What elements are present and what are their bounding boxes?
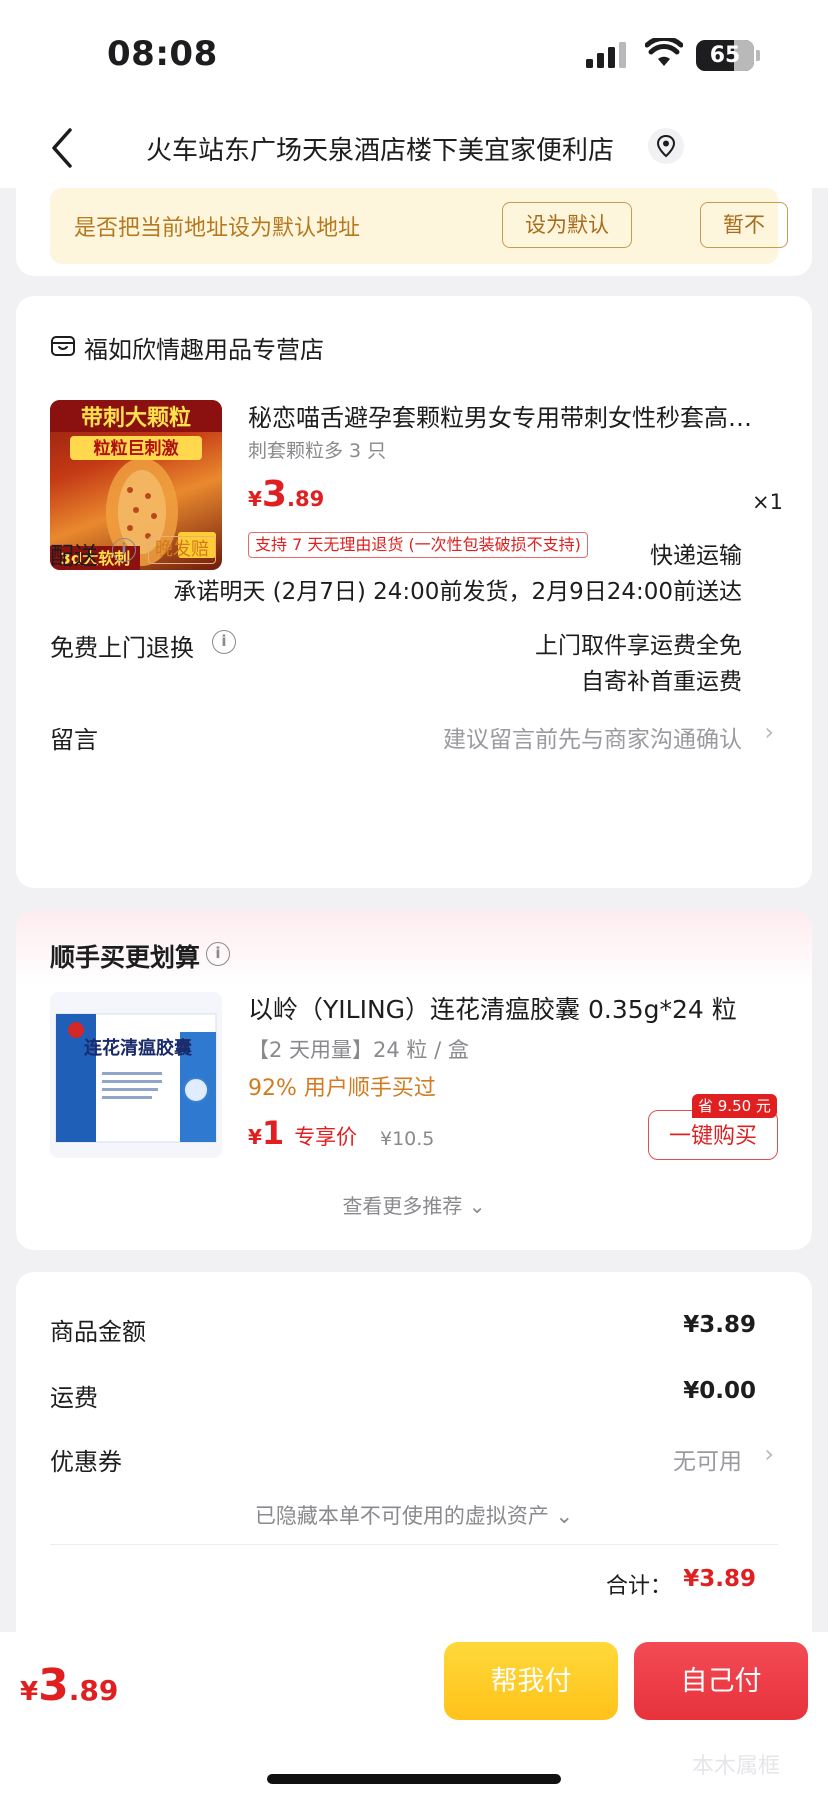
coupon-label: 优惠券 xyxy=(50,1448,122,1476)
recommend-title: 顺手买更划算 xyxy=(50,943,201,972)
return-self-ship-text: 自寄补首重运费 xyxy=(581,669,742,695)
help-me-pay-button[interactable]: 帮我付 xyxy=(444,1642,618,1720)
chevron-right-icon[interactable]: › xyxy=(764,718,774,746)
delivery-label: 配送 xyxy=(50,542,98,570)
delivery-method: 快递运输 xyxy=(650,543,742,569)
chevron-down-icon: ⌄ xyxy=(468,1194,486,1218)
hidden-assets-label: 已隐藏本单不可使用的虚拟资产 xyxy=(254,1504,549,1528)
address-card: 是否把当前地址设为默认地址 设为默认 暂不 xyxy=(16,170,812,276)
message-input[interactable]: 建议留言前先与商家沟通确认 xyxy=(443,720,742,754)
battery-tip xyxy=(756,50,760,61)
price-integer: 1 xyxy=(261,1114,285,1152)
price-integer: 3 xyxy=(38,1660,69,1711)
home-indicator[interactable] xyxy=(267,1774,561,1784)
divider xyxy=(50,1544,778,1545)
price-summary-card: 商品金额 ¥3.89 运费 ¥0.00 优惠券 无可用 › 已隐藏本单不可使用的… xyxy=(16,1272,812,1632)
recommend-card: 顺手买更划算 i 连花清瘟胶囊 以岭（YILING）连花清瘟胶囊 0.35g*2… xyxy=(16,910,812,1250)
not-now-button[interactable]: 暂不 xyxy=(700,202,788,248)
product-image-subline: 粒粒巨刺激 xyxy=(94,438,179,459)
price-integer: 3 xyxy=(261,474,287,515)
product-quantity: ×1 xyxy=(752,490,783,514)
checkout-bar: ¥3.89 帮我付 自己付 本木属框 xyxy=(0,1632,828,1795)
default-address-banner: 是否把当前地址设为默认地址 设为默认 暂不 xyxy=(50,188,788,264)
chevron-down-icon: ⌄ xyxy=(555,1504,574,1528)
hidden-assets-toggle[interactable]: 已隐藏本单不可使用的虚拟资产 ⌄ xyxy=(16,1500,812,1530)
goods-amount-label: 商品金额 xyxy=(50,1318,146,1346)
free-return-label: 免费上门退换 xyxy=(50,634,194,662)
price-currency: ¥ xyxy=(20,1677,39,1707)
coupon-value[interactable]: 无可用 xyxy=(673,1442,742,1476)
recommend-product-name[interactable]: 以岭（YILING）连花清瘟胶囊 0.35g*24 粒 xyxy=(248,990,737,1026)
location-pin-icon[interactable] xyxy=(648,128,684,164)
set-default-button[interactable]: 设为默认 xyxy=(502,202,632,248)
product-title[interactable]: 秘恋喵舌避孕套颗粒男女专用带刺女性秒套高… xyxy=(248,398,788,433)
return-pickup-text: 上门取件享运费全免 xyxy=(535,633,742,659)
price-currency: ¥ xyxy=(248,1125,262,1149)
product-spec[interactable]: 刺套颗粒多 3 只 xyxy=(248,436,386,463)
price-decimal: .89 xyxy=(68,1674,119,1707)
price-currency: ¥ xyxy=(248,487,262,511)
order-card: 福如欣情趣用品专营店 带刺大颗粒 粒粒巨刺激 3d大软刺 秘恋喵舌避孕套颗粒男女… xyxy=(16,296,812,888)
total-value: ¥3.89 xyxy=(683,1566,756,1592)
original-price: ¥10.5 xyxy=(380,1128,435,1150)
status-time: 08:08 xyxy=(107,34,218,74)
late-compensation-badge[interactable]: 晚发赔 xyxy=(148,536,216,564)
pay-myself-button[interactable]: 自己付 xyxy=(634,1642,808,1720)
recommend-image-text: 连花清瘟胶囊 xyxy=(84,1037,193,1059)
shipping-value: ¥0.00 xyxy=(683,1378,756,1404)
more-recommendations-link[interactable]: 查看更多推荐 ⌄ xyxy=(16,1190,812,1219)
recommend-product-image[interactable]: 连花清瘟胶囊 xyxy=(50,992,222,1158)
delivery-promise: 承诺明天 (2月7日) 24:00前发货，2月9日24:00前送达 xyxy=(173,579,742,605)
exclusive-price-label: 专享价 xyxy=(294,1125,358,1149)
payable-amount: ¥3.89 xyxy=(20,1660,118,1711)
recommend-bought-rate: 92% 用户顺手买过 xyxy=(248,1076,436,1101)
goods-amount-value: ¥3.89 xyxy=(683,1312,756,1338)
shipping-label: 运费 xyxy=(50,1384,98,1412)
default-address-prompt: 是否把当前地址设为默认地址 xyxy=(74,216,361,241)
info-icon[interactable]: i xyxy=(112,538,136,562)
recommend-price: ¥1 专享价 xyxy=(248,1114,357,1152)
more-recommendations-label: 查看更多推荐 xyxy=(342,1194,463,1218)
signal-icon xyxy=(586,42,626,68)
back-arrow-icon[interactable] xyxy=(44,124,84,172)
info-icon[interactable]: i xyxy=(212,630,236,654)
savings-badge: 省 9.50 元 xyxy=(692,1094,777,1118)
battery-icon: 65 xyxy=(696,40,754,71)
return-policy-tag: 支持 7 天无理由退货 (一次性包装破损不支持) xyxy=(248,532,588,558)
delivery-address-title[interactable]: 火车站东广场天泉酒店楼下美宜家便利店 xyxy=(120,130,640,167)
watermark: 本木属框 xyxy=(692,1754,781,1779)
wifi-icon xyxy=(645,38,683,66)
status-bar: 08:08 65 xyxy=(0,0,828,110)
chevron-right-icon[interactable]: › xyxy=(764,1440,774,1468)
info-icon[interactable]: i xyxy=(206,942,230,966)
product-image-headline: 带刺大颗粒 xyxy=(81,405,191,431)
shop-icon xyxy=(51,336,75,356)
product-price: ¥3.89 xyxy=(248,474,324,515)
shop-name[interactable]: 福如欣情趣用品专营店 xyxy=(84,330,324,365)
recommend-product-spec: 【2 天用量】24 粒 / 盒 xyxy=(248,1038,469,1062)
price-decimal: .89 xyxy=(286,487,325,511)
battery-percent: 65 xyxy=(709,43,741,68)
total-label: 合计： xyxy=(605,1574,672,1599)
message-label: 留言 xyxy=(50,726,98,754)
